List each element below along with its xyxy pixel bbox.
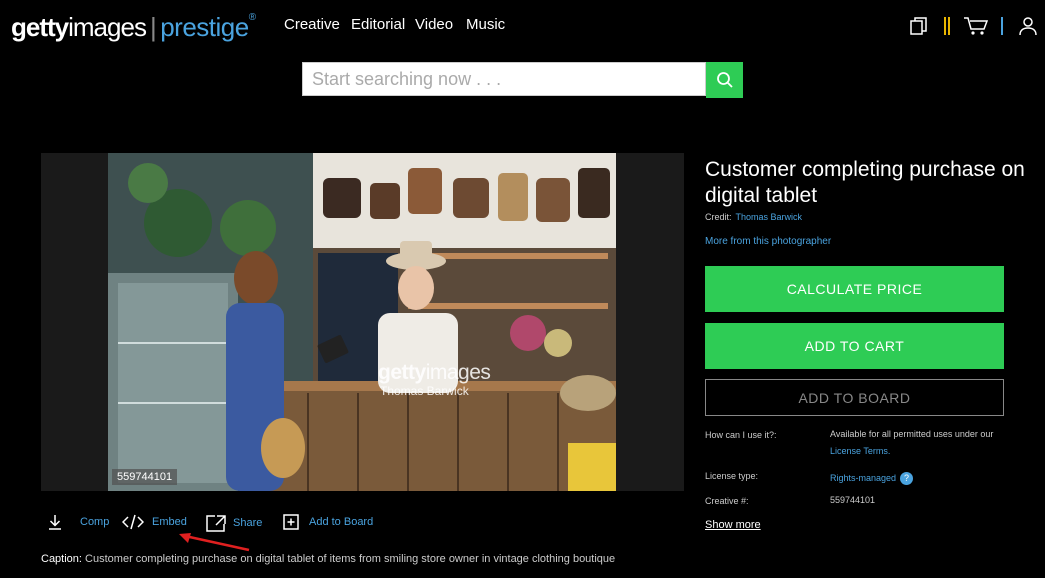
embed-button[interactable]: Embed — [122, 514, 187, 530]
show-more-link[interactable]: Show more — [705, 519, 761, 531]
more-from-photographer-link[interactable]: More from this photographer — [705, 236, 831, 247]
cart-icon[interactable] — [963, 16, 989, 36]
add-to-board-label: Add to Board — [309, 516, 374, 528]
watermark-photographer: Thomas Barwick — [380, 384, 469, 398]
search-button[interactable] — [706, 62, 743, 98]
logo-divider: | — [149, 12, 157, 42]
license-type-link[interactable]: Rights-managed — [830, 473, 896, 483]
watermark-brand-light: images — [425, 361, 491, 384]
divider-bar — [948, 17, 950, 35]
photo[interactable] — [108, 153, 616, 491]
credit-label: Credit: — [705, 212, 732, 222]
nav-music[interactable]: Music — [466, 16, 505, 33]
license-type-label: License type: — [705, 471, 759, 481]
comp-button[interactable]: Comp — [47, 514, 109, 530]
license-type-value: Rights-managed? — [830, 470, 1010, 487]
caption-label: Caption: — [41, 553, 82, 565]
logo[interactable]: gettyimages | prestige® — [11, 12, 256, 43]
account-icon[interactable] — [1018, 16, 1038, 36]
boards-icon[interactable] — [909, 16, 929, 36]
nav-video[interactable]: Video — [415, 16, 453, 33]
embed-label: Embed — [152, 516, 187, 528]
logo-images: images — [68, 12, 147, 42]
share-label: Share — [233, 517, 263, 529]
search-icon — [716, 72, 733, 88]
image-id-badge: 559744101 — [112, 469, 178, 485]
image-title: Customer completing purchase on digital … — [705, 158, 1025, 207]
license-terms-link[interactable]: License Terms. — [830, 446, 890, 456]
logo-registered: ® — [248, 12, 256, 23]
divider-bar — [944, 17, 946, 35]
add-icon — [283, 514, 299, 530]
annotation-arrow — [179, 533, 250, 552]
watermark: gettyimages — [378, 361, 491, 385]
add-to-board-link[interactable]: Add to Board — [283, 514, 373, 530]
caption-text: Customer completing purchase on digital … — [85, 553, 616, 565]
caption: Caption: Customer completing purchase on… — [41, 553, 615, 565]
watermark-brand: getty — [378, 361, 426, 384]
usage-text: Available for all permitted uses under o… — [830, 429, 994, 439]
comp-label: Comp — [80, 516, 110, 528]
calculate-price-button[interactable]: CALCULATE PRICE — [705, 266, 1004, 312]
credit: Credit: Thomas Barwick — [705, 212, 802, 222]
nav-editorial[interactable]: Editorial — [351, 16, 405, 33]
logo-getty: getty — [11, 12, 69, 42]
download-icon — [49, 515, 61, 530]
creative-label: Creative #: — [705, 496, 749, 506]
search-input[interactable] — [302, 62, 706, 96]
creative-value: 559744101 — [830, 495, 876, 505]
usage-value: Available for all permitted uses under o… — [830, 426, 1010, 460]
usage-label: How can I use it?: — [705, 430, 777, 440]
divider-bar — [1001, 17, 1003, 35]
add-to-board-button[interactable]: ADD TO BOARD — [705, 379, 1004, 416]
help-icon[interactable]: ? — [900, 472, 914, 486]
nav-creative[interactable]: Creative — [284, 16, 340, 33]
credit-value[interactable]: Thomas Barwick — [736, 212, 803, 222]
logo-prestige: prestige — [160, 12, 249, 42]
code-icon — [122, 514, 144, 530]
add-to-cart-button[interactable]: ADD TO CART — [705, 323, 1004, 369]
